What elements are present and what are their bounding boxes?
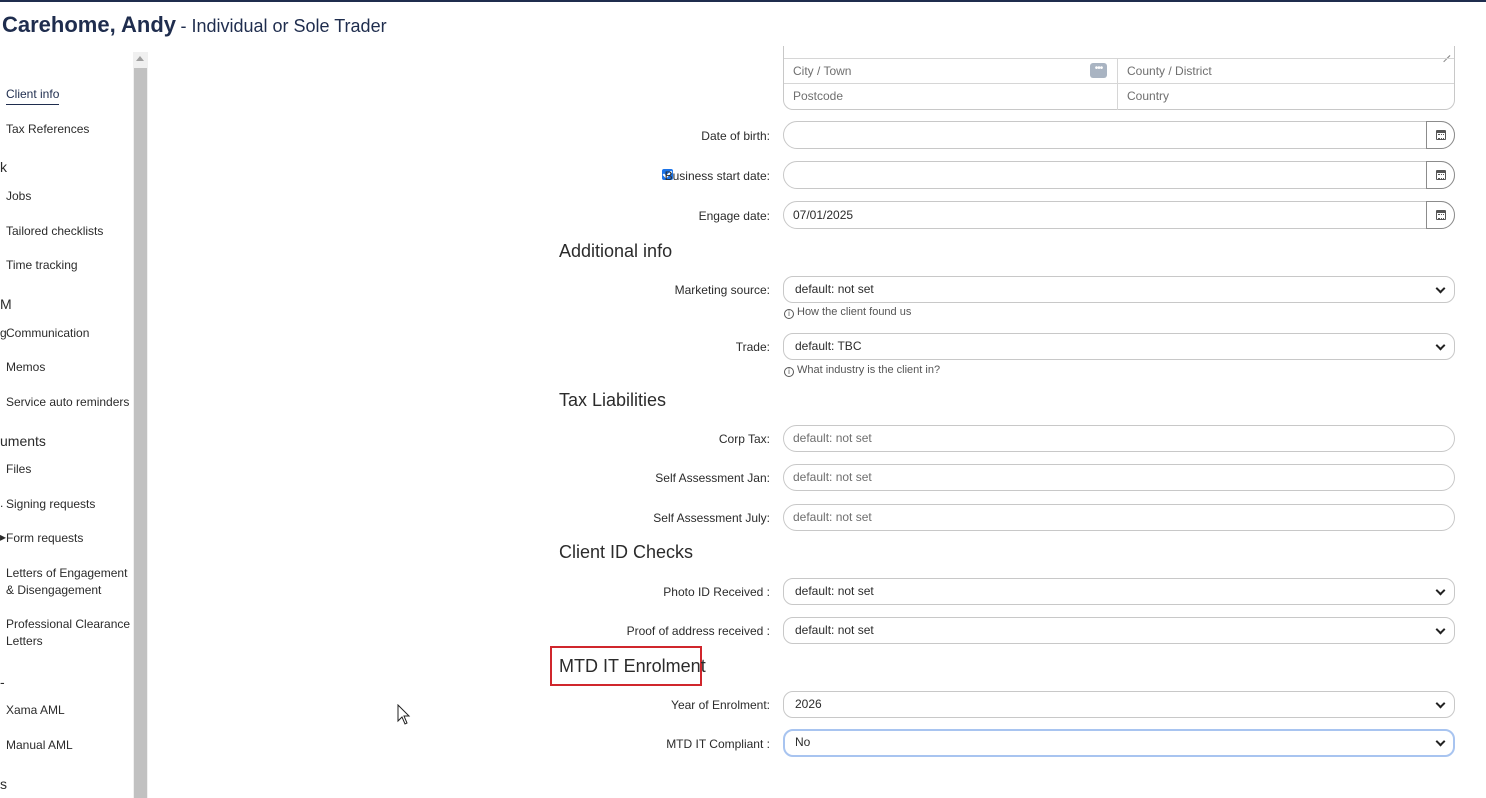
calendar-icon: [1436, 170, 1446, 180]
mtd-it-enrolment-heading: MTD IT Enrolment: [559, 656, 706, 676]
sidebar-item-time-tracking[interactable]: Time tracking: [6, 257, 78, 274]
trade-value: default: TBC: [795, 339, 862, 353]
sidebar-section-documents: uments: [0, 433, 46, 449]
trade-select[interactable]: default: TBC: [783, 333, 1455, 360]
sidebar-item-manual-aml[interactable]: Manual AML: [6, 737, 73, 754]
business-start-input[interactable]: [783, 161, 1455, 189]
marketing-source-select[interactable]: default: not set: [783, 276, 1455, 303]
tax-liabilities-heading: Tax Liabilities: [559, 390, 667, 410]
sa-july-input[interactable]: default: not set: [783, 504, 1455, 531]
sidebar-item-professional-clearance-2[interactable]: Letters: [6, 633, 43, 650]
client-id-checks-heading: Client ID Checks: [559, 542, 694, 562]
chevron-down-icon: [1435, 736, 1446, 747]
trade-hint-text: What industry is the client in?: [797, 364, 941, 376]
corp-tax-label: Corp Tax:: [718, 432, 770, 446]
sidebar-item-tailored-checklists[interactable]: Tailored checklists: [6, 223, 103, 240]
sidebar-item-letters-engagement-2[interactable]: & Disengagement: [6, 582, 101, 599]
sidebar-item-signing-requests[interactable]: Signing requests: [6, 496, 95, 513]
sidebar-item-service-auto-reminders[interactable]: Service auto reminders: [6, 394, 129, 411]
engage-date-input[interactable]: 07/01/2025: [783, 201, 1455, 229]
mtd-compliant-select[interactable]: No: [783, 729, 1455, 757]
marketing-source-hint: i How the client found us: [784, 306, 911, 319]
info-icon: i: [784, 309, 794, 319]
postcode-input[interactable]: Postcode: [793, 89, 843, 103]
sidebar-section-aml: -: [0, 674, 5, 690]
business-start-calendar-button[interactable]: [1426, 161, 1455, 189]
scroll-up-arrow-icon[interactable]: [136, 56, 144, 61]
dob-label: Date of birth:: [701, 129, 770, 143]
proof-address-label: Proof of address received :: [626, 624, 770, 638]
trade-hint: i What industry is the client in?: [784, 364, 940, 377]
marketing-source-value: default: not set: [795, 282, 874, 296]
client-type: - Individual or Sole Trader: [180, 16, 387, 36]
sidebar-item-xama-aml[interactable]: Xama AML: [6, 702, 65, 719]
sidebar-item-form-requests[interactable]: Form requests: [6, 530, 83, 547]
marketing-hint-text: How the client found us: [797, 306, 912, 318]
city-input[interactable]: City / Town: [793, 64, 851, 78]
mtd-compliant-label: MTD IT Compliant :: [666, 737, 770, 751]
chevron-down-icon: [1435, 624, 1446, 635]
chevron-down-icon: [1435, 585, 1446, 596]
sidebar-scrollbar[interactable]: [133, 52, 148, 798]
client-name: Carehome, Andy: [2, 12, 177, 37]
chevron-down-icon: [1435, 340, 1446, 351]
address-lookup-icon[interactable]: •••: [1090, 63, 1107, 78]
sidebar-item-tax-references[interactable]: Tax References: [6, 121, 89, 138]
marketing-source-label: Marketing source:: [674, 283, 770, 297]
calendar-icon: [1436, 130, 1446, 140]
sidebar-item-professional-clearance[interactable]: Professional Clearance: [6, 616, 130, 633]
sidebar-item-jobs[interactable]: Jobs: [6, 188, 31, 205]
top-border: [0, 0, 1486, 2]
photo-id-label: Photo ID Received :: [663, 585, 770, 599]
year-enrolment-label: Year of Enrolment:: [671, 698, 770, 712]
calendar-icon: [1436, 210, 1446, 220]
mtd-compliant-value: No: [795, 735, 811, 749]
sidebar-item-client-info[interactable]: Client info: [6, 86, 60, 105]
textarea-resize-handle-icon[interactable]: [1442, 48, 1450, 56]
address-block: City / Town ••• County / District Postco…: [783, 46, 1455, 110]
dob-input[interactable]: [783, 121, 1455, 149]
engage-date-label: Engage date:: [698, 209, 770, 223]
year-enrolment-select[interactable]: 2026: [783, 691, 1455, 718]
additional-info-heading: Additional info: [559, 241, 673, 261]
sa-jan-label: Self Assessment Jan:: [655, 471, 770, 485]
business-start-label: Business start date:: [664, 169, 770, 183]
corp-tax-input[interactable]: default: not set: [783, 425, 1455, 452]
sidebar-item-memos[interactable]: Memos: [6, 359, 45, 376]
page-title: Carehome, Andy - Individual or Sole Trad…: [2, 12, 387, 38]
sa-july-label: Self Assessment July:: [653, 511, 770, 525]
sidebar-section-more: s: [0, 776, 7, 792]
info-icon: i: [784, 367, 794, 377]
sidebar-item-communication[interactable]: Communication: [6, 325, 89, 342]
trade-label: Trade:: [735, 340, 770, 354]
sidebar-item-letters-engagement[interactable]: Letters of Engagement: [6, 565, 127, 582]
county-input[interactable]: County / District: [1127, 64, 1212, 78]
chevron-down-icon: [1435, 283, 1446, 294]
divider: [784, 58, 1454, 59]
proof-address-select[interactable]: default: not set: [783, 617, 1455, 644]
sidebar-section-work: k: [0, 159, 7, 175]
sidebar-section-crm: M: [0, 296, 12, 312]
signing-icon: .: [0, 496, 4, 510]
divider: [784, 83, 1454, 84]
photo-id-select[interactable]: default: not set: [783, 578, 1455, 605]
sa-jan-input[interactable]: default: not set: [783, 464, 1455, 491]
country-input[interactable]: Country: [1127, 89, 1169, 103]
proof-address-value: default: not set: [795, 623, 874, 637]
year-enrolment-value: 2026: [795, 697, 822, 711]
mouse-cursor-icon: [397, 704, 411, 725]
sidebar: Client info Tax References k Jobs Tailor…: [0, 52, 132, 798]
engage-calendar-button[interactable]: [1426, 201, 1455, 229]
divider: [1117, 58, 1118, 110]
photo-id-value: default: not set: [795, 584, 874, 598]
sidebar-item-files[interactable]: Files: [6, 461, 31, 478]
chevron-down-icon: [1435, 698, 1446, 709]
engage-date-value: 07/01/2025: [793, 208, 854, 222]
dob-calendar-button[interactable]: [1426, 121, 1455, 149]
scroll-thumb[interactable]: [134, 68, 147, 798]
